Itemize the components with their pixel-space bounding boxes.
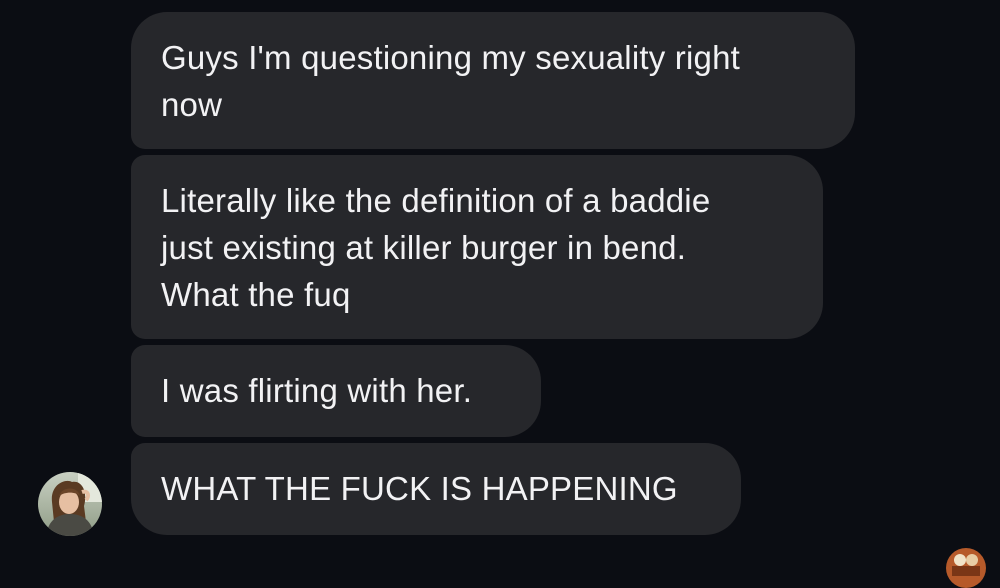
user-avatar-photo-icon (38, 472, 102, 536)
message-thread: Guys I'm questioning my sexuality right … (0, 0, 1000, 588)
message-bubble[interactable]: WHAT THE FUCK IS HAPPENING (131, 443, 741, 535)
message-bubble[interactable]: Guys I'm questioning my sexuality right … (131, 12, 855, 149)
message-bubble[interactable]: I was flirting with her. (131, 345, 541, 437)
message-bubble[interactable]: Literally like the definition of a baddi… (131, 155, 823, 339)
reaction-avatar[interactable] (946, 548, 986, 588)
user-avatar-photo-icon (946, 548, 986, 588)
sender-avatar[interactable] (38, 472, 102, 536)
